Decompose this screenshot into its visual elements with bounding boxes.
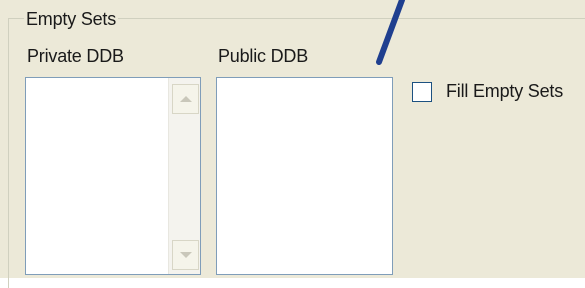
empty-sets-panel: Empty Sets Private DDB Public DDB Fill E… [0, 0, 585, 288]
annotation-pen-stroke [376, 0, 405, 65]
